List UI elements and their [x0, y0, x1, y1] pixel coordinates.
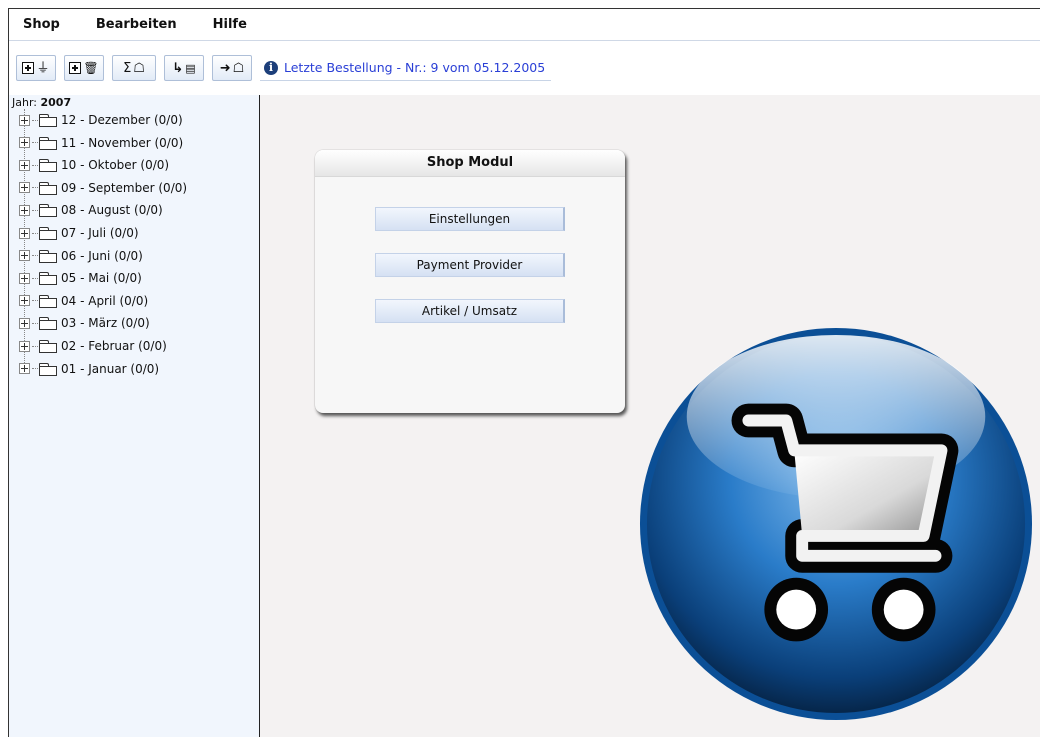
- folder-icon: [39, 340, 57, 353]
- month-label: 11 - November (0/0): [61, 135, 184, 150]
- year-value: 2007: [40, 96, 72, 109]
- month-label: 08 - August (0/0): [61, 203, 163, 218]
- tree-item-month[interactable]: 04 - April (0/0): [19, 290, 148, 312]
- sum-button[interactable]: Σ ☖: [112, 55, 156, 81]
- expand-plus-icon[interactable]: [19, 272, 30, 284]
- month-label: 07 - Juli (0/0): [61, 226, 139, 240]
- folder-icon: [39, 272, 57, 286]
- panel-title: Shop Modul: [315, 150, 625, 177]
- tree-item-month[interactable]: 01 - Januar (0/0): [19, 358, 159, 380]
- expand-plus-icon[interactable]: [19, 227, 30, 239]
- tree-connector: [32, 119, 38, 121]
- last-order-link[interactable]: i Letzte Bestellung - Nr.: 9 vom 05.12.2…: [260, 56, 552, 81]
- year-prefix: Jahr:: [12, 96, 37, 109]
- expand-plus-icon[interactable]: [19, 363, 30, 375]
- folder-icon: [39, 136, 57, 150]
- tree-connector: [32, 142, 38, 144]
- go-shop-button[interactable]: ➜ ☖: [212, 55, 252, 81]
- expand-plus-icon[interactable]: [19, 137, 30, 149]
- tree-connector: [32, 300, 38, 302]
- month-label: 06 - Juni (0/0): [61, 248, 143, 263]
- shopping-cart-icon: [639, 327, 1033, 721]
- info-icon: i: [264, 60, 278, 75]
- expand-plus-icon[interactable]: [19, 182, 30, 194]
- folder-icon: [39, 204, 57, 218]
- expand-plus-icon[interactable]: [19, 295, 30, 307]
- last-order-text: Letzte Bestellung - Nr.: 9 vom 05.12.200…: [284, 60, 546, 75]
- menu-bearbeiten[interactable]: Bearbeiten: [82, 17, 177, 32]
- expand-plus-icon[interactable]: [19, 204, 30, 216]
- import-order-button[interactable]: ⏚: [16, 55, 56, 81]
- menu-hilfe[interactable]: Hilfe: [199, 17, 247, 32]
- tree-item-month[interactable]: 12 - Dezember (0/0): [19, 109, 183, 131]
- folder-icon: [39, 181, 57, 195]
- folder-icon: [39, 317, 57, 331]
- tree-connector: [32, 164, 38, 166]
- month-label: 04 - April (0/0): [61, 293, 149, 308]
- month-label: 10 - Oktober (0/0): [61, 158, 170, 173]
- trash-icon: 🗑: [83, 61, 99, 75]
- expand-plus-icon[interactable]: [19, 114, 30, 126]
- app-window: Shop Bearbeiten Hilfe ⏚ 🗑 Σ ☖ ↳ ▤ ➜ ☖ i …: [8, 8, 1040, 737]
- folder-icon: [39, 159, 57, 173]
- tree-connector: [32, 277, 38, 279]
- folder-icon: [39, 114, 57, 127]
- arrow-right-icon: ➜: [219, 60, 231, 76]
- folder-icon: [39, 249, 57, 263]
- tree-item-month[interactable]: 03 - März (0/0): [19, 312, 150, 334]
- list-icon: ▤: [185, 61, 196, 75]
- tree-item-month[interactable]: 05 - Mai (0/0): [19, 267, 142, 289]
- shop-modul-panel: Shop Modul Einstellungen Payment Provide…: [315, 150, 625, 413]
- month-label: 01 - Januar (0/0): [61, 361, 160, 376]
- folder-icon: [39, 227, 57, 240]
- folder-icon: [39, 362, 57, 376]
- payment-provider-button[interactable]: Payment Provider: [375, 253, 565, 277]
- menu-bar: Shop Bearbeiten Hilfe: [9, 9, 1040, 40]
- order-tree-sidebar: Jahr: 2007 12 - Dezember (0/0) 11 - Novem…: [9, 95, 260, 737]
- tree-item-month[interactable]: 10 - Oktober (0/0): [19, 154, 169, 176]
- box-arrow-icon: [69, 62, 82, 74]
- month-label: 12 - Dezember (0/0): [61, 113, 183, 127]
- tree-item-month[interactable]: 02 - Februar (0/0): [19, 335, 167, 357]
- month-label: 03 - März (0/0): [61, 316, 150, 331]
- year-label: Jahr: 2007: [12, 96, 71, 109]
- tree-connector: [32, 232, 38, 234]
- tree-connector: [32, 368, 38, 370]
- tree-connector: [32, 209, 38, 211]
- sigma-icon: Σ: [123, 60, 132, 76]
- einstellungen-button[interactable]: Einstellungen: [375, 207, 565, 231]
- expand-plus-icon[interactable]: [19, 159, 30, 171]
- box-arrow-icon: [22, 62, 35, 74]
- month-label: 05 - Mai (0/0): [61, 271, 142, 286]
- delete-order-button[interactable]: 🗑: [64, 55, 104, 81]
- tree-item-month[interactable]: 11 - November (0/0): [19, 132, 183, 154]
- folder-icon: [39, 294, 57, 308]
- tree-connector: [32, 255, 38, 257]
- tree-item-month[interactable]: 08 - August (0/0): [19, 199, 163, 221]
- arrow-down-right-icon: ↳: [172, 60, 184, 76]
- tree-connector: [32, 187, 38, 189]
- basket-icon: ⏚: [36, 60, 50, 76]
- tree-item-month[interactable]: 06 - Juni (0/0): [19, 245, 143, 267]
- tree-connector: [32, 345, 38, 347]
- bag-icon: ☖: [133, 60, 145, 76]
- artikel-umsatz-button[interactable]: Artikel / Umsatz: [375, 299, 565, 323]
- tree-item-month[interactable]: 07 - Juli (0/0): [19, 222, 139, 244]
- expand-plus-icon[interactable]: [19, 340, 30, 352]
- month-label: 09 - September (0/0): [61, 180, 188, 195]
- expand-plus-icon[interactable]: [19, 317, 30, 329]
- export-list-button[interactable]: ↳ ▤: [164, 55, 204, 81]
- month-label: 02 - Februar (0/0): [61, 339, 167, 353]
- expand-plus-icon[interactable]: [19, 250, 30, 262]
- toolbar: ⏚ 🗑 Σ ☖ ↳ ▤ ➜ ☖ i Letzte Bestellung - Nr…: [9, 40, 1040, 95]
- bag-icon: ☖: [232, 60, 245, 76]
- tree-connector: [32, 322, 38, 324]
- tree-item-month[interactable]: 09 - September (0/0): [19, 177, 187, 199]
- menu-shop[interactable]: Shop: [9, 17, 60, 32]
